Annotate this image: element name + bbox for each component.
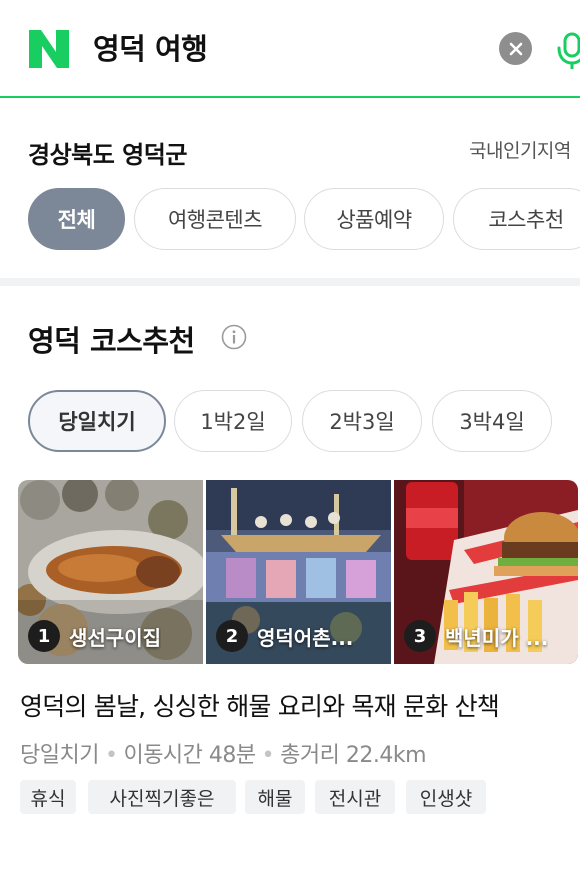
info-circle-icon[interactable] bbox=[221, 324, 247, 350]
course-travel-time: 이동시간 48분 bbox=[123, 743, 256, 768]
tab-product-booking[interactable]: 상품예약 bbox=[304, 188, 444, 250]
naver-logo[interactable] bbox=[26, 28, 72, 70]
course-tag: 사진찍기좋은 bbox=[88, 780, 236, 814]
place-number-badge: 1 bbox=[28, 620, 60, 652]
popular-regions-link[interactable]: 국내인기지역 bbox=[469, 136, 571, 163]
place-name: 영덕어촌... bbox=[257, 625, 354, 650]
course-place-photo[interactable]: 1 생선구이집 bbox=[18, 480, 203, 664]
course-place-photo[interactable]: 3 백년미가 ... bbox=[394, 480, 578, 664]
course-tag: 인생샷 bbox=[406, 780, 486, 814]
search-query[interactable]: 영덕 여행 bbox=[93, 28, 208, 70]
duration-1n2d[interactable]: 1박2일 bbox=[174, 390, 292, 452]
region-title: 경상북도 영덕군 bbox=[28, 141, 187, 169]
place-name: 생선구이집 bbox=[69, 625, 161, 650]
course-place-photo[interactable]: 2 영덕어촌... bbox=[206, 480, 391, 664]
course-distance: 총거리 22.4km bbox=[280, 743, 427, 768]
course-section-title: 영덕 코스추천 bbox=[28, 324, 195, 358]
place-number-badge: 3 bbox=[404, 620, 436, 652]
place-label: 3 백년미가 ... bbox=[404, 620, 548, 652]
place-label: 1 생선구이집 bbox=[28, 620, 161, 652]
duration-day-trip[interactable]: 당일치기 bbox=[28, 390, 166, 452]
place-label: 2 영덕어촌... bbox=[216, 620, 353, 652]
meta-separator: • bbox=[104, 743, 118, 768]
course-tag: 전시관 bbox=[315, 780, 395, 814]
course-duration: 당일치기 bbox=[20, 743, 99, 768]
search-bar: 영덕 여행 bbox=[0, 0, 580, 98]
duration-2n3d[interactable]: 2박3일 bbox=[302, 390, 422, 452]
tab-all[interactable]: 전체 bbox=[28, 188, 125, 250]
section-divider bbox=[0, 278, 580, 286]
course-tag: 해물 bbox=[245, 780, 305, 814]
microphone-icon[interactable] bbox=[556, 28, 580, 70]
duration-3n4d[interactable]: 3박4일 bbox=[432, 390, 552, 452]
tab-course-recommend[interactable]: 코스추천 bbox=[453, 188, 580, 250]
course-title[interactable]: 영덕의 봄날, 싱싱한 해물 요리와 목재 문화 산책 bbox=[20, 687, 500, 723]
course-meta: 당일치기 • 이동시간 48분 • 총거리 22.4km bbox=[20, 737, 427, 769]
close-icon bbox=[509, 42, 522, 55]
course-tag: 휴식 bbox=[20, 780, 76, 814]
meta-separator: • bbox=[261, 743, 275, 768]
clear-search-button[interactable] bbox=[499, 32, 532, 65]
place-number-badge: 2 bbox=[216, 620, 248, 652]
tab-travel-content[interactable]: 여행콘텐츠 bbox=[134, 188, 296, 250]
place-name: 백년미가 ... bbox=[445, 625, 549, 650]
